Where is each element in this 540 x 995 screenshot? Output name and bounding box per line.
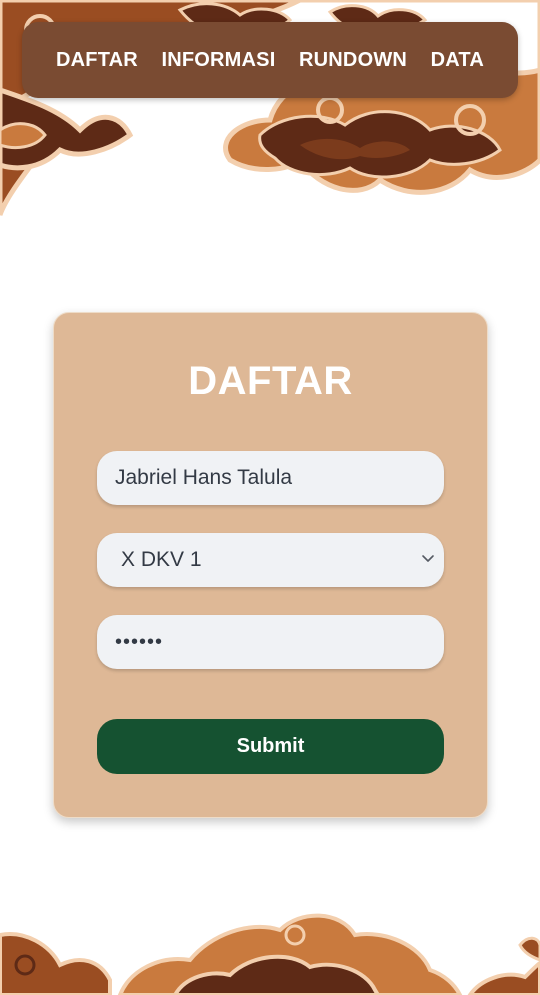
- class-select-value: X DKV 1: [121, 548, 202, 571]
- password-input[interactable]: [97, 615, 444, 669]
- form-title: DAFTAR: [188, 359, 353, 403]
- chevron-down-icon: [422, 555, 434, 562]
- nav-link-informasi[interactable]: INFORMASI: [161, 49, 275, 72]
- class-select[interactable]: X DKV 1: [97, 533, 444, 587]
- top-navbar: DAFTAR INFORMASI RUNDOWN DATA: [22, 22, 518, 98]
- nav-link-data[interactable]: DATA: [431, 49, 484, 72]
- nav-link-daftar[interactable]: DAFTAR: [56, 49, 138, 72]
- submit-button[interactable]: Submit: [97, 719, 444, 774]
- registration-card: DAFTAR X DKV 1 Submit: [53, 312, 488, 818]
- batik-decoration-bottom: [0, 913, 540, 995]
- nav-link-rundown[interactable]: RUNDOWN: [299, 49, 407, 72]
- name-input[interactable]: [97, 451, 444, 505]
